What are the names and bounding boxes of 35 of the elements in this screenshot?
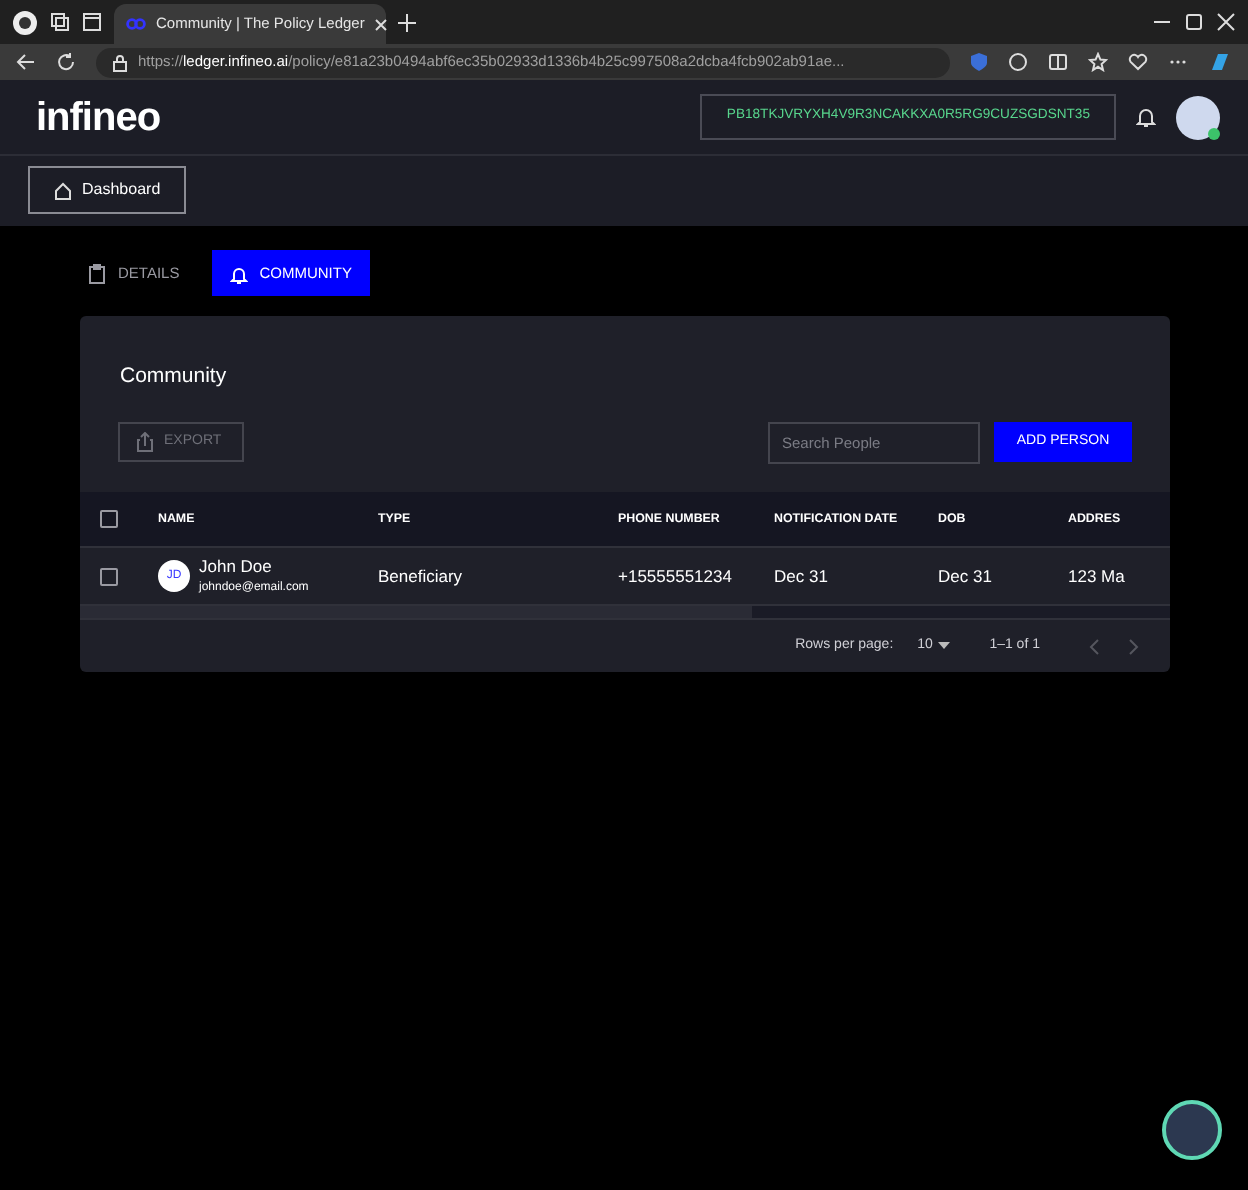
- caret-icon: [937, 642, 950, 651]
- share-icon: [136, 432, 154, 453]
- workspaces-icon[interactable]: [50, 12, 70, 32]
- clipboard-icon: [88, 263, 106, 283]
- back-icon[interactable]: [16, 52, 36, 72]
- chat-avatar-button[interactable]: [1162, 1100, 1222, 1160]
- lock-icon: [112, 53, 128, 71]
- logo: infineo: [36, 97, 161, 137]
- table-cell: Dec 31: [938, 565, 992, 586]
- card-title: Community: [118, 362, 229, 392]
- shield-icon[interactable]: [970, 52, 988, 72]
- table-cell: Beneficiary: [378, 565, 463, 586]
- table-cell: Dec 31: [774, 565, 828, 586]
- bell-icon[interactable]: [1136, 106, 1156, 128]
- user-avatar[interactable]: [1176, 95, 1220, 139]
- bell-icon: [229, 263, 248, 283]
- heart-icon[interactable]: [1128, 52, 1148, 72]
- new-tab-icon[interactable]: [398, 13, 416, 31]
- close-icon[interactable]: [1216, 12, 1236, 32]
- profile-icon[interactable]: [12, 9, 38, 35]
- split-screen-icon[interactable]: [1048, 52, 1068, 72]
- favorites-icon[interactable]: [1088, 52, 1108, 72]
- site-logo-icon: [126, 18, 146, 30]
- horizontal-scrollbar[interactable]: [80, 606, 1170, 619]
- refresh-icon[interactable]: [56, 52, 76, 72]
- dashboard-button[interactable]: Dashboard: [28, 166, 187, 214]
- row-checkbox[interactable]: [100, 568, 118, 587]
- tab-actions-icon[interactable]: [82, 12, 102, 32]
- maximize-icon[interactable]: [1184, 12, 1204, 32]
- table-cell: +15555551234: [618, 565, 732, 586]
- person-name: John Doe: [199, 554, 274, 581]
- home-icon: [54, 181, 72, 199]
- close-icon[interactable]: [374, 17, 389, 31]
- select-all-checkbox[interactable]: [100, 509, 118, 528]
- table-cell: 123 Ma: [1068, 565, 1125, 586]
